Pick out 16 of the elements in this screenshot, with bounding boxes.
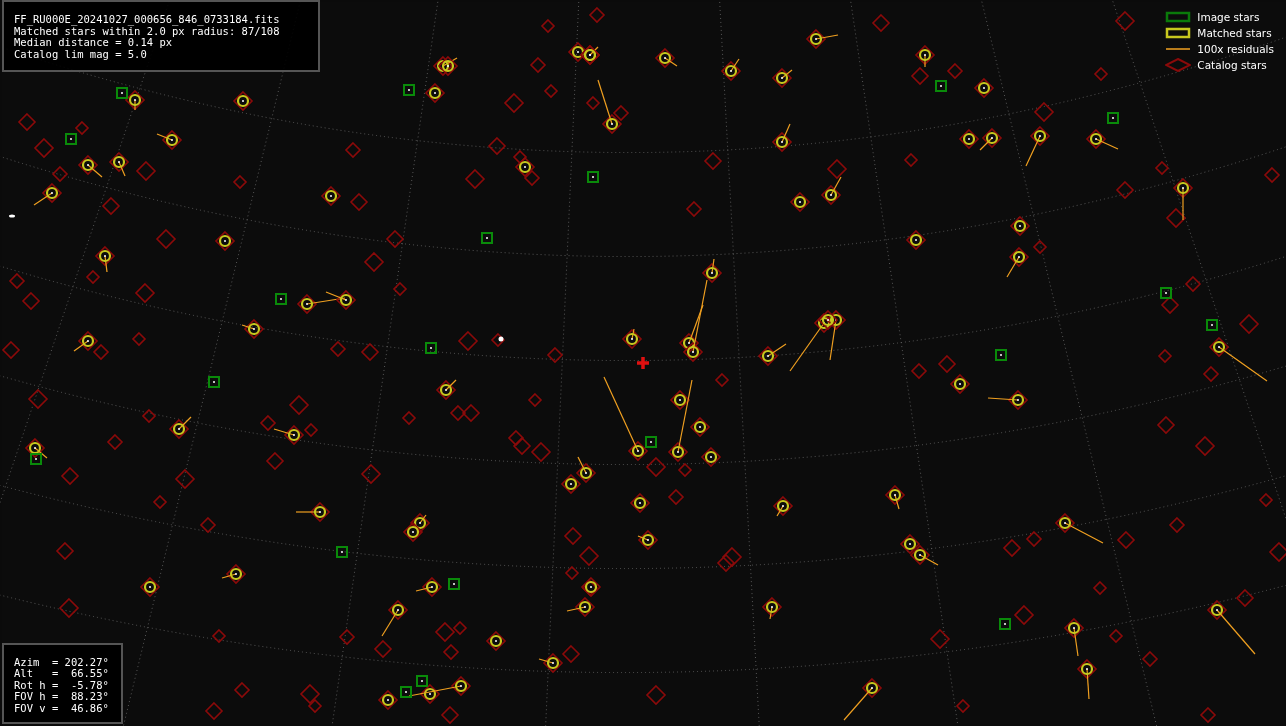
image-star-square-icon (1165, 10, 1192, 24)
legend-label: Image stars (1197, 11, 1260, 23)
legend-label: Catalog stars (1197, 59, 1267, 71)
legend-label: 100x residuals (1197, 43, 1274, 55)
info-text: FF_RU000E_20241027_000656_846_0733184.fits (14, 14, 281, 26)
pointing-text: Rot h = -5.78° (14, 679, 109, 691)
pointing-text: Alt = 66.55° (14, 668, 109, 680)
info-text: Catalog lim mag = 5.0 (14, 48, 148, 60)
pointing-text: FOV v = 46.86° (14, 702, 109, 714)
info-text: Matched stars within 2.0 px radius: 87/108 (14, 25, 281, 37)
pointing-text: Azim = 202.27° (14, 656, 109, 668)
legend-label: Matched stars (1197, 27, 1272, 39)
pointing-text: FOV h = 88.23° (14, 691, 109, 703)
diamond-icon (1165, 58, 1192, 72)
matched-star-square-icon (1165, 26, 1192, 40)
info-text: Median distance = 0.14 px (14, 37, 173, 49)
